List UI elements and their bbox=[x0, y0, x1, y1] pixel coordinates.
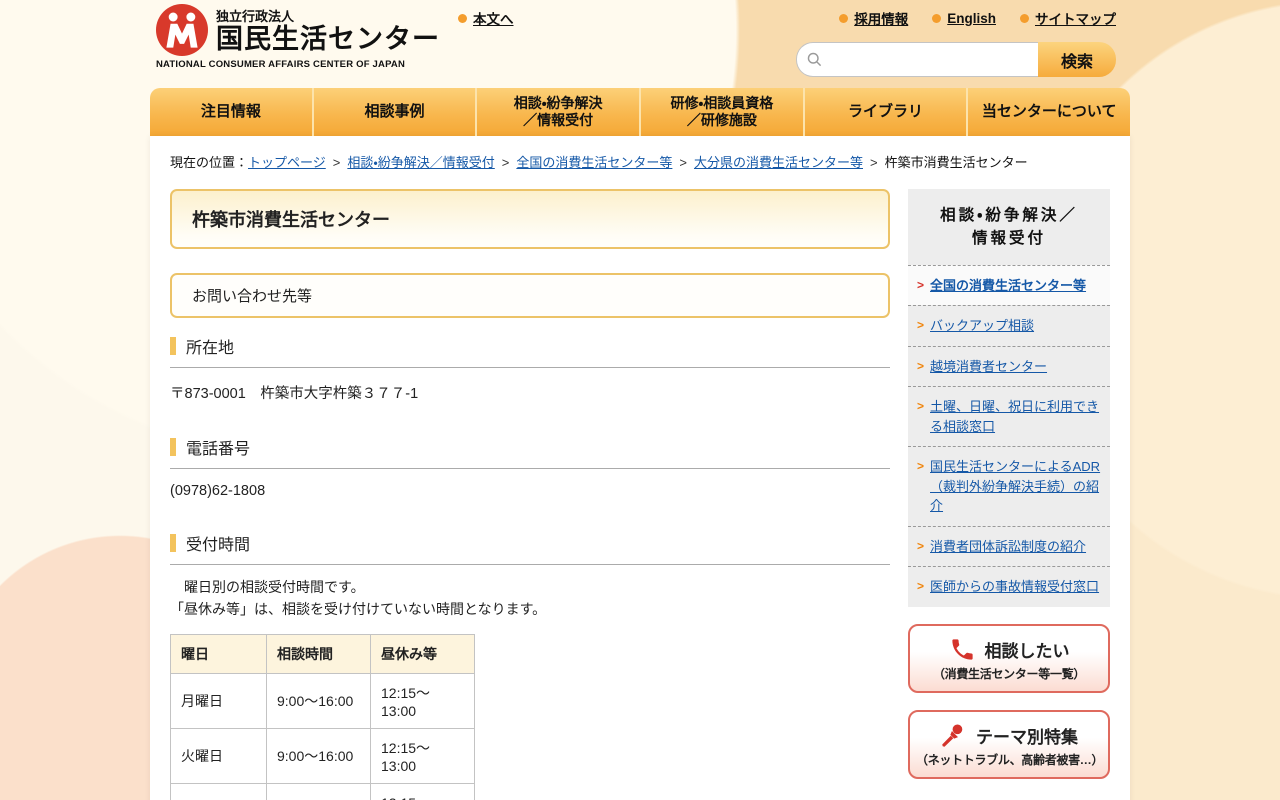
sidebar-item[interactable]: > 消費者団体訴訟制度の紹介 bbox=[908, 525, 1110, 567]
org-name: 国民生活センター bbox=[216, 24, 440, 54]
sidebar-item[interactable]: > 医師からの事故情報受付窓口 bbox=[908, 566, 1110, 607]
chevron-right-icon: > bbox=[917, 399, 925, 413]
global-nav: 注目情報 相談事例 相談・紛争解決 ／情報受付 研修・相談員資格 ／研修施設 ラ… bbox=[150, 88, 1130, 136]
nav-tab[interactable]: 注目情報 bbox=[150, 88, 312, 136]
breadcrumb-separator: > bbox=[501, 155, 510, 170]
chevron-right-icon: > bbox=[917, 277, 925, 292]
sidebar-item[interactable]: > バックアップ相談 bbox=[908, 305, 1110, 346]
table-header-cell: 昼休み等 bbox=[370, 634, 475, 675]
consultation-hours-table: 曜日相談時間昼休み等 月曜日 9:00～16:00 12:15～13:00 bbox=[170, 634, 475, 800]
chevron-right-icon: > bbox=[917, 459, 925, 473]
chevron-right-icon: > bbox=[917, 538, 925, 553]
search-input[interactable] bbox=[796, 42, 1038, 77]
search-button[interactable]: 検索 bbox=[1038, 42, 1116, 77]
heading-bar-icon bbox=[170, 534, 176, 552]
bullet-icon bbox=[839, 13, 849, 23]
table-cell-break: 12:15～13:00 bbox=[370, 673, 475, 730]
nav-tab[interactable]: 研修・相談員資格 ／研修施設 bbox=[639, 88, 803, 136]
ncac-logo-icon bbox=[156, 4, 208, 56]
utility-links: 採用情報 English サイトマップ bbox=[839, 8, 1116, 28]
page-container: 独立行政法人 国民生活センター NATIONAL CONSUMER AFFAIR… bbox=[150, 0, 1130, 800]
table-row: 月曜日 9:00～16:00 12:15～13:00 bbox=[170, 673, 475, 730]
main-content-panel: 現在の位置：トップページ > 相談・紛争解決／情報受付 > 全国の消費生活センター等 > 大… bbox=[150, 136, 1130, 800]
address-text: 〒873-0001 杵築市大字杵築３７７-1 bbox=[170, 386, 419, 402]
breadcrumb-separator: > bbox=[679, 155, 687, 170]
table-row: 水曜日 9:00～16:00 12:15～13:00 bbox=[170, 783, 475, 800]
nav-tab[interactable]: ライブラリ bbox=[802, 88, 967, 136]
page-title: 杵築市消費生活センター bbox=[170, 189, 890, 249]
address-heading: 所在地 bbox=[170, 334, 890, 368]
sidebar-item[interactable]: > 越境消費者センター bbox=[908, 345, 1110, 387]
utility-link[interactable]: 採用情報 bbox=[839, 8, 908, 28]
phone-number: (0978)62-1808 bbox=[170, 483, 266, 499]
theme-banner[interactable]: テーマ別特集 （ネットトラブル、高齢者被害…） bbox=[908, 709, 1110, 779]
table-header-row: 曜日 相談時間 昼休み等 bbox=[170, 634, 475, 675]
utility-link[interactable]: サイトマップ bbox=[1020, 8, 1116, 28]
org-type: 独立行政法人 bbox=[216, 9, 295, 24]
breadcrumb-prefix: 現在の位置： bbox=[170, 155, 249, 170]
bullet-icon bbox=[458, 13, 467, 23]
site-header: 独立行政法人 国民生活センター NATIONAL CONSUMER AFFAIR… bbox=[150, 0, 1130, 88]
breadcrumb: 現在の位置：トップページ > 相談・紛争解決／情報受付 > 全国の消費生活センター等 > 大… bbox=[170, 152, 1110, 171]
contact-box-title: お問い合わせ先等 bbox=[170, 273, 890, 318]
phone-heading: 電話番号 bbox=[170, 435, 890, 469]
sidebar-item[interactable]: > 国民生活センターによるADR（裁判外紛争解決手続）の紹介 bbox=[908, 446, 1110, 526]
bullet-icon bbox=[932, 13, 942, 23]
nav-tab[interactable]: 相談事例 bbox=[311, 88, 476, 136]
table-cell-hours: 9:00～16:00 bbox=[266, 728, 371, 785]
sidebar-title: 相談・紛争解決／ 情報受付 bbox=[940, 207, 1078, 248]
nav-tab[interactable]: 相談・紛争解決 ／情報受付 bbox=[475, 88, 639, 136]
breadcrumb-item[interactable]: 大分県の消費生活センター等 > bbox=[694, 155, 885, 170]
breadcrumb-separator: > bbox=[332, 155, 341, 170]
heading-bar-icon bbox=[170, 337, 176, 355]
table-cell-break: 12:15～13:00 bbox=[370, 728, 475, 785]
sidebar: 相談・紛争解決／ 情報受付 > 全国の消費生活センター等 > バックアップ相談 … bbox=[908, 189, 1110, 779]
site-logo[interactable]: 独立行政法人 国民生活センター NATIONAL CONSUMER AFFAIR… bbox=[156, 4, 440, 70]
breadcrumb-item[interactable]: 杵築市消費生活センター bbox=[885, 155, 1028, 170]
table-header-cell: 曜日 bbox=[170, 634, 267, 675]
sidebar-item[interactable]: > 土曜、日曜、祝日に利用できる相談窓口 bbox=[908, 386, 1110, 446]
breadcrumb-separator: > bbox=[870, 155, 878, 170]
table-cell-hours: 9:00～16:00 bbox=[266, 673, 371, 730]
skip-to-content-link[interactable]: 本文へ bbox=[458, 8, 514, 28]
nav-tab[interactable]: 当センターについて bbox=[966, 88, 1130, 136]
content-column: 杵築市消費生活センター お問い合わせ先等 所在地 〒873-0001 杵築市大字… bbox=[170, 189, 890, 800]
search-icon bbox=[807, 52, 822, 67]
table-cell-hours: 9:00～16:00 bbox=[266, 783, 371, 800]
sidebar-item[interactable]: > 全国の消費生活センター等 bbox=[908, 264, 1110, 305]
bullet-icon bbox=[1020, 13, 1029, 23]
sidebar-menu: 相談・紛争解決／ 情報受付 > 全国の消費生活センター等 > バックアップ相談 … bbox=[908, 189, 1110, 607]
chevron-right-icon: > bbox=[917, 579, 925, 593]
breadcrumb-item[interactable]: トップページ > bbox=[248, 155, 347, 170]
chevron-right-icon: > bbox=[917, 318, 925, 332]
table-row: 火曜日 9:00～16:00 12:15～13:00 bbox=[170, 728, 475, 785]
pushpin-icon bbox=[942, 723, 963, 747]
hours-description: 曜日別の相談受付時間です。 「昼休み等」は、相談を受け付けていない時間となります… bbox=[170, 579, 547, 617]
breadcrumb-item[interactable]: 全国の消費生活センター等 > bbox=[516, 155, 694, 170]
utility-link[interactable]: English bbox=[932, 8, 996, 28]
chevron-right-icon: > bbox=[917, 358, 925, 373]
hours-heading: 受付時間 bbox=[170, 531, 890, 565]
heading-bar-icon bbox=[170, 438, 176, 456]
table-cell-day: 火曜日 bbox=[170, 728, 267, 785]
org-name-en: NATIONAL CONSUMER AFFAIRS CENTER OF JAPA… bbox=[156, 59, 406, 70]
site-search: 検索 bbox=[796, 42, 1116, 77]
table-header-cell: 相談時間 bbox=[266, 634, 371, 675]
phone-icon bbox=[951, 638, 973, 660]
breadcrumb-item[interactable]: 相談・紛争解決／情報受付 > bbox=[347, 155, 516, 170]
consult-banner[interactable]: 相談したい （消費生活センター等一覧） bbox=[908, 623, 1110, 693]
table-cell-break: 12:15～13:00 bbox=[370, 783, 475, 800]
table-cell-day: 水曜日 bbox=[170, 783, 267, 800]
table-cell-day: 月曜日 bbox=[170, 673, 267, 730]
